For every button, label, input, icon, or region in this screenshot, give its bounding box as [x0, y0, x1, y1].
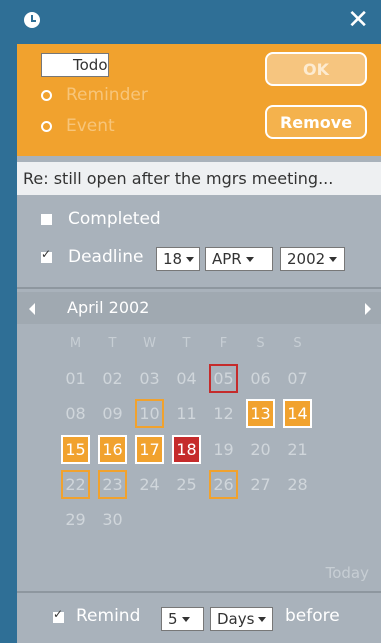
- month-label: April 2002: [67, 298, 150, 317]
- radio-event[interactable]: Event: [41, 116, 115, 136]
- event-editor-window: ✕ Todo Reminder Event OK Remove Re: stil…: [0, 0, 381, 643]
- deadline-checkbox[interactable]: [41, 247, 52, 263]
- deadline-day-select[interactable]: 18: [156, 247, 200, 271]
- chevron-down-icon: [329, 256, 338, 262]
- chevron-down-icon: [181, 616, 190, 622]
- completed-label: Completed: [68, 209, 161, 229]
- calendar-day[interactable]: 18: [172, 435, 201, 464]
- today-link[interactable]: Today: [326, 564, 369, 582]
- remind-checkbox[interactable]: [53, 607, 64, 623]
- radio-reminder-label: Reminder: [66, 85, 148, 105]
- deadline-row: Deadline: [41, 247, 143, 267]
- remind-unit-select[interactable]: Days: [210, 607, 273, 631]
- editor-panel: Todo Reminder Event OK Remove Re: still …: [17, 44, 381, 643]
- calendar-day[interactable]: 19: [209, 435, 238, 464]
- weekday-label: T: [182, 336, 191, 351]
- radio-event-label: Event: [66, 116, 115, 136]
- ok-button[interactable]: OK: [265, 52, 367, 86]
- remind-amount-select[interactable]: 5: [161, 607, 204, 631]
- calendar-header: April 2002: [17, 292, 381, 324]
- calendar-day[interactable]: 20: [246, 435, 275, 464]
- deadline-month-value: APR: [212, 250, 242, 268]
- weekday-label: S: [293, 336, 302, 351]
- divider: [17, 591, 381, 593]
- calendar-day[interactable]: 16: [98, 435, 127, 464]
- calendar-day[interactable]: 17: [135, 435, 164, 464]
- calendar-day[interactable]: 24: [135, 470, 164, 499]
- divider: [17, 287, 381, 289]
- weekday-label: S: [256, 336, 265, 351]
- prev-month-icon[interactable]: [29, 303, 35, 315]
- calendar-day[interactable]: 09: [98, 399, 127, 428]
- deadline-month-select[interactable]: APR: [205, 247, 273, 271]
- calendar-day[interactable]: 03: [135, 364, 164, 393]
- calendar-day[interactable]: 21: [283, 435, 312, 464]
- calendar-day[interactable]: 23: [98, 470, 127, 499]
- remind-amount-value: 5: [168, 610, 178, 628]
- completed-row: Completed: [41, 209, 161, 229]
- calendar-day[interactable]: 06: [246, 364, 275, 393]
- weekday-label: M: [69, 336, 82, 351]
- deadline-day-value: 18: [163, 250, 183, 268]
- remind-suffix: before: [285, 606, 340, 626]
- weekday-label: F: [219, 336, 228, 351]
- chevron-down-icon: [186, 256, 195, 262]
- calendar-day[interactable]: 04: [172, 364, 201, 393]
- next-month-icon[interactable]: [365, 303, 371, 315]
- radio-reminder-dot: [41, 89, 52, 101]
- calendar-day[interactable]: 28: [283, 470, 312, 499]
- radio-event-dot: [41, 120, 52, 132]
- weekday-label: W: [143, 336, 156, 351]
- radio-todo[interactable]: Todo: [41, 53, 109, 77]
- radio-todo-label: Todo: [73, 56, 108, 74]
- clock-icon: [24, 12, 40, 28]
- weekday-label: T: [108, 336, 117, 351]
- remove-button[interactable]: Remove: [265, 105, 367, 139]
- deadline-label: Deadline: [68, 247, 144, 267]
- completed-checkbox[interactable]: [41, 213, 52, 225]
- title-bar: ✕: [0, 0, 381, 44]
- type-section: Todo Reminder Event OK Remove: [17, 44, 381, 156]
- calendar-day[interactable]: 10: [135, 399, 164, 428]
- calendar-day[interactable]: 07: [283, 364, 312, 393]
- calendar-day[interactable]: 27: [246, 470, 275, 499]
- calendar-day[interactable]: 12: [209, 399, 238, 428]
- calendar-day[interactable]: 11: [172, 399, 201, 428]
- remind-row: Remind 5 Days before: [17, 595, 381, 643]
- calendar-day[interactable]: 08: [61, 399, 90, 428]
- remind-unit-value: Days: [217, 610, 255, 628]
- calendar-day[interactable]: 29: [61, 505, 90, 534]
- deadline-year-select[interactable]: 2002: [280, 247, 345, 271]
- remind-label: Remind: [76, 606, 141, 626]
- close-icon[interactable]: ✕: [347, 6, 369, 34]
- calendar-day[interactable]: 14: [283, 399, 312, 428]
- calendar-day[interactable]: 22: [61, 470, 90, 499]
- calendar-day[interactable]: 13: [246, 399, 275, 428]
- radio-reminder[interactable]: Reminder: [41, 85, 148, 105]
- subject-field[interactable]: Re: still open after the mgrs meeting...: [17, 162, 381, 195]
- chevron-down-icon: [245, 256, 254, 262]
- calendar-day[interactable]: 15: [61, 435, 90, 464]
- deadline-year-value: 2002: [287, 250, 326, 268]
- radio-todo-dot: [48, 59, 59, 71]
- calendar-day[interactable]: 26: [209, 470, 238, 499]
- chevron-down-icon: [258, 616, 267, 622]
- calendar-day[interactable]: 05: [209, 364, 238, 393]
- calendar-day[interactable]: 02: [98, 364, 127, 393]
- calendar-day[interactable]: 01: [61, 364, 90, 393]
- calendar-day[interactable]: 25: [172, 470, 201, 499]
- calendar-day[interactable]: 30: [98, 505, 127, 534]
